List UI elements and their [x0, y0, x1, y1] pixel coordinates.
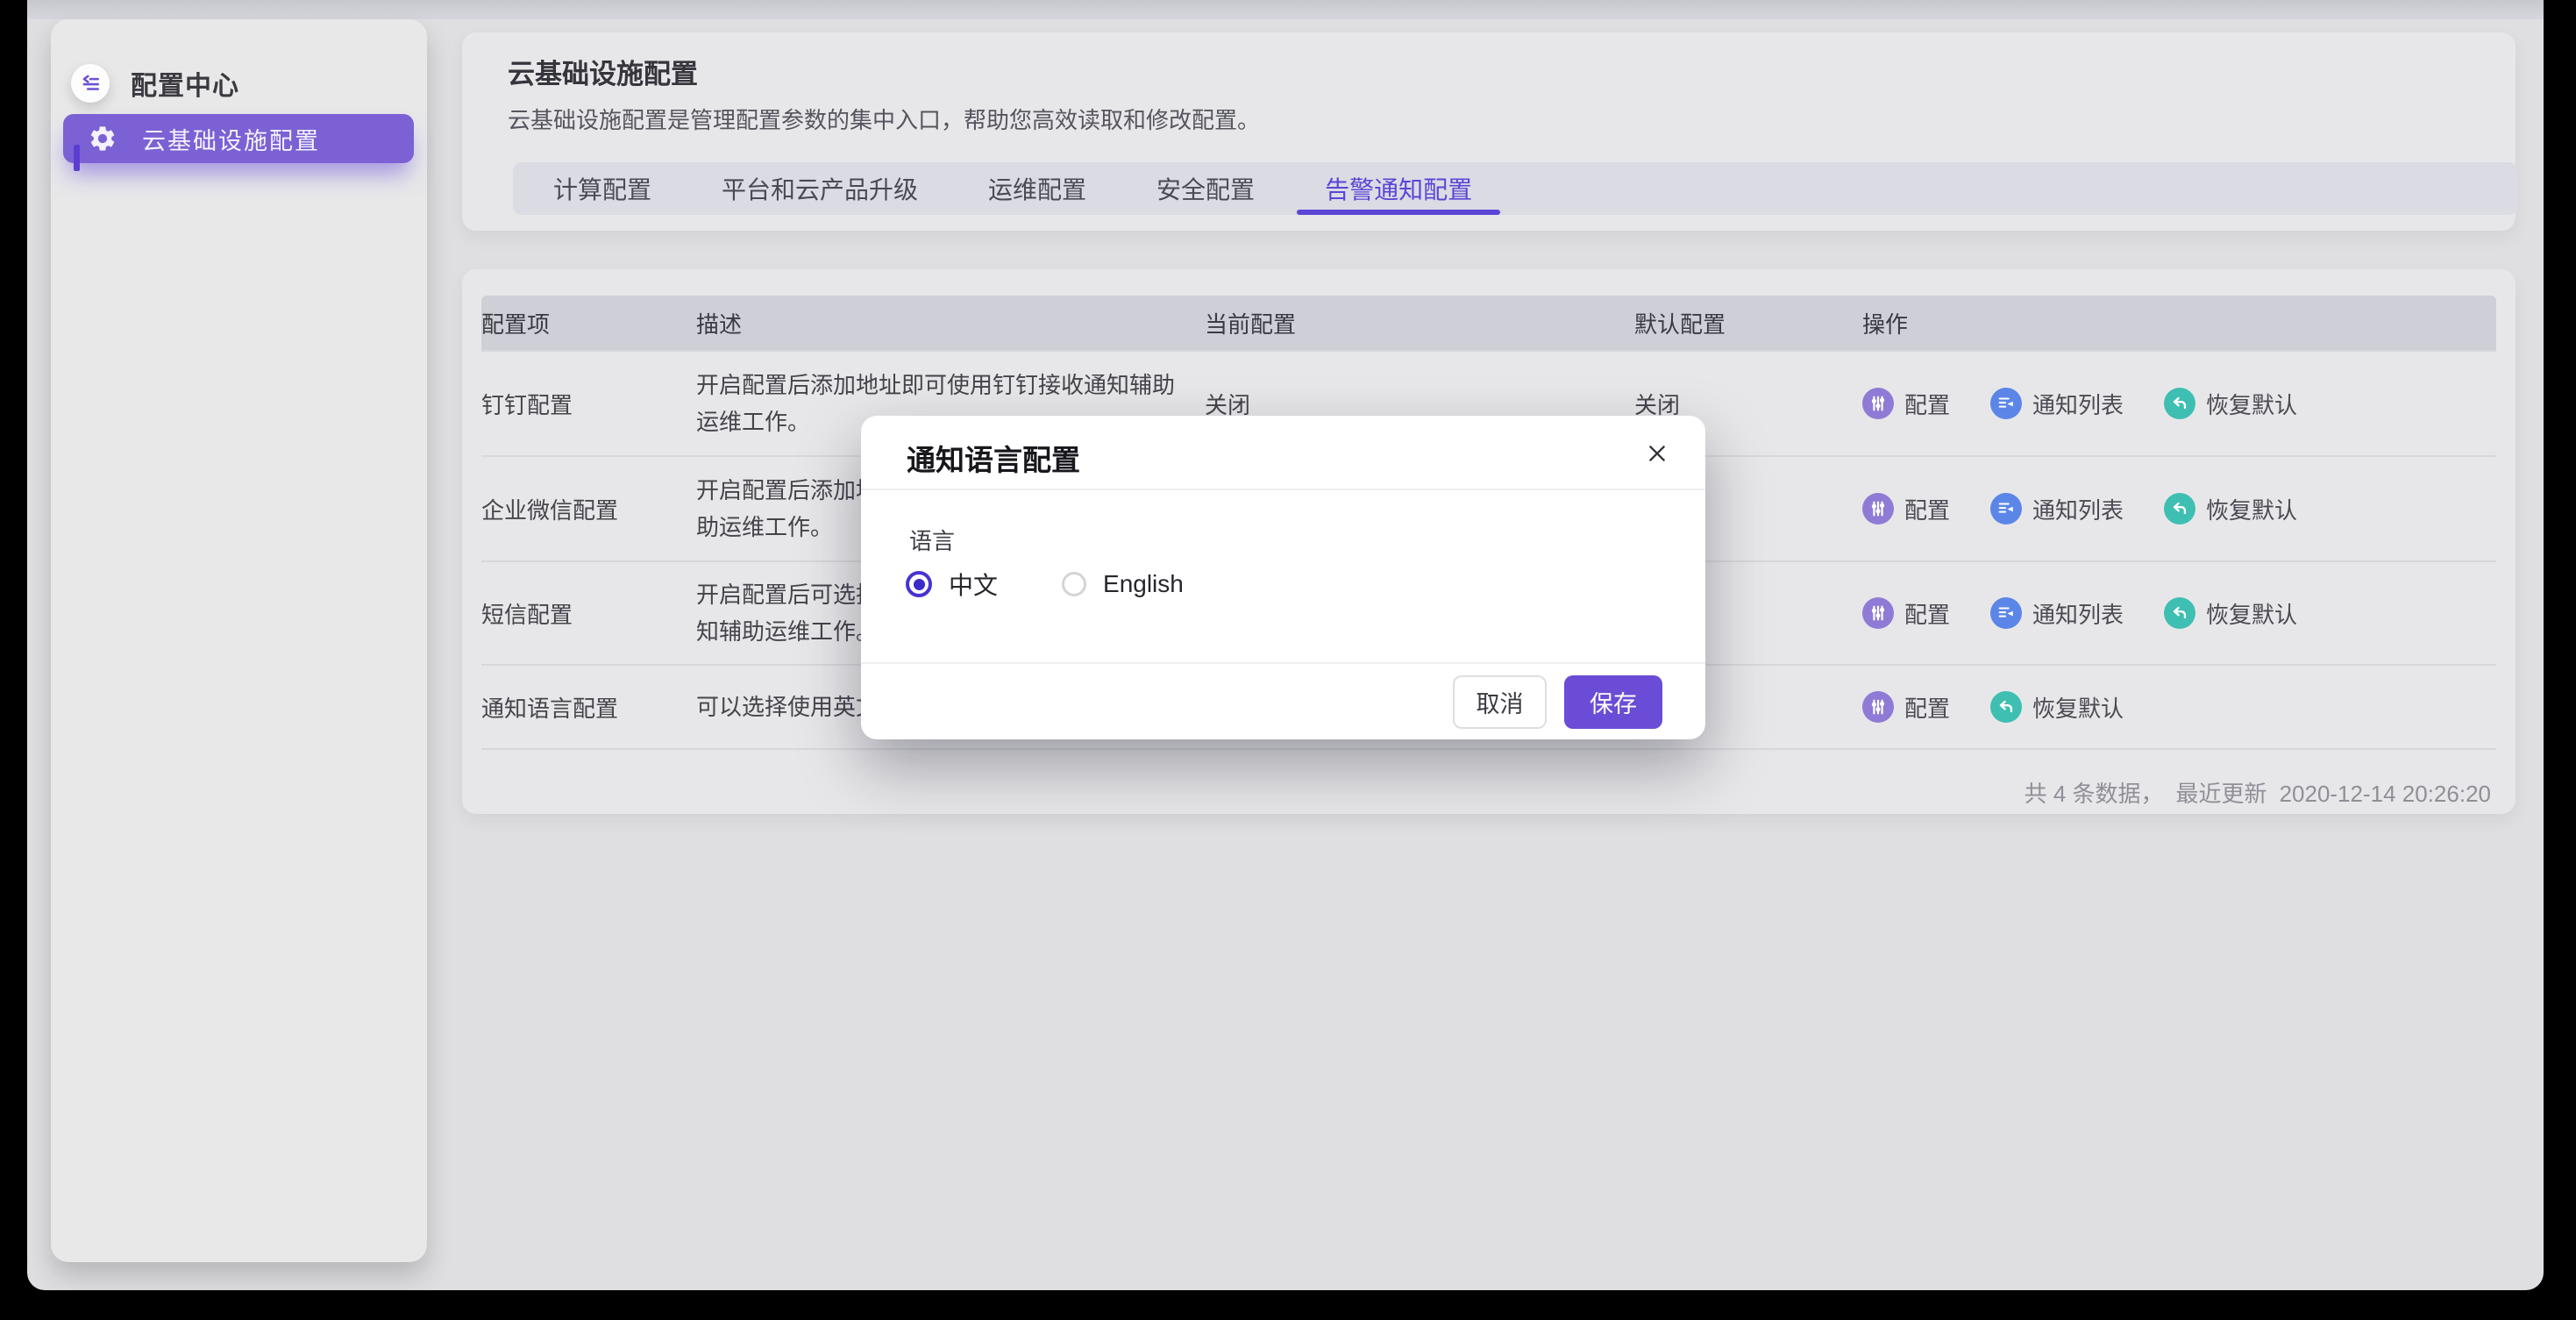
- notification-list-icon: [1990, 493, 2022, 524]
- configure-action[interactable]: 配置: [1862, 597, 1950, 630]
- restore-arrow-icon: [2164, 493, 2195, 524]
- close-button[interactable]: [1642, 439, 1672, 468]
- action-label: 配置: [1904, 493, 1950, 525]
- action-label: 配置: [1904, 388, 1950, 420]
- window-titlebar: [27, 0, 2544, 19]
- sidebar-header: 配置中心: [71, 46, 239, 120]
- tab-alert-notification-config[interactable]: 告警通知配置: [1290, 162, 1507, 215]
- restore-default-action[interactable]: 恢复默认: [2164, 493, 2297, 525]
- modal-footer: 取消 保存: [861, 662, 1705, 739]
- configure-action[interactable]: 配置: [1862, 691, 1950, 724]
- current-value: 关闭: [1205, 388, 1634, 420]
- cancel-button[interactable]: 取消: [1453, 675, 1547, 729]
- updated-label: 最近更新: [2176, 781, 2267, 807]
- sliders-icon: [1862, 597, 1894, 629]
- language-radio-group: 中文 English: [906, 567, 1184, 602]
- notify-list-action[interactable]: 通知列表: [1990, 493, 2124, 525]
- sliders-icon: [1862, 388, 1894, 419]
- col-header-current: 当前配置: [1205, 307, 1634, 339]
- tab-bar: 计算配置 平台和云产品升级 运维配置 安全配置 告警通知配置: [513, 162, 2517, 215]
- page-title: 云基础设施配置: [508, 52, 698, 91]
- sliders-icon: [1862, 691, 1894, 723]
- tab-platform-upgrade[interactable]: 平台和云产品升级: [687, 162, 953, 215]
- radio-chinese[interactable]: 中文: [906, 567, 998, 602]
- sliders-icon: [1862, 493, 1894, 524]
- radio-english[interactable]: English: [1062, 570, 1184, 598]
- modal-title: 通知语言配置: [907, 437, 1080, 479]
- action-label: 通知列表: [2032, 493, 2124, 525]
- sidebar-title: 配置中心: [131, 64, 239, 103]
- gear-icon: [88, 124, 117, 153]
- table-footer: 共 4 条数据， 最近更新 2020-12-14 20:26:20: [2012, 776, 2491, 809]
- config-name: 通知语言配置: [481, 691, 696, 724]
- sidebar: 配置中心 云基础设施配置: [51, 19, 427, 1262]
- notification-list-icon: [1990, 597, 2022, 629]
- app-window: 配置中心 云基础设施配置 云基础设施配置 云基础设施配置是管理配置参数的集中入口…: [27, 0, 2544, 1290]
- restore-default-action[interactable]: 恢复默认: [2164, 597, 2297, 630]
- language-field-label: 语言: [909, 524, 955, 556]
- restore-arrow-icon: [2164, 597, 2195, 629]
- sidebar-item-label: 云基础设施配置: [142, 122, 320, 156]
- configure-action[interactable]: 配置: [1862, 388, 1950, 420]
- tab-security-config[interactable]: 安全配置: [1121, 162, 1290, 215]
- page-description: 云基础设施配置是管理配置参数的集中入口，帮助您高效读取和修改配置。: [508, 103, 1260, 135]
- save-button[interactable]: 保存: [1564, 675, 1662, 729]
- active-tab-underline: [1297, 210, 1500, 215]
- configure-action[interactable]: 配置: [1862, 493, 1950, 525]
- active-item-indicator: [74, 145, 80, 171]
- restore-arrow-icon: [2164, 388, 2195, 419]
- col-header-description: 描述: [696, 307, 1205, 339]
- action-label: 恢复默认: [2206, 493, 2297, 525]
- notification-list-icon: [1990, 388, 2022, 419]
- radio-selected-icon: [906, 571, 932, 597]
- action-label: 通知列表: [2032, 388, 2124, 420]
- config-name: 钉钉配置: [481, 388, 696, 420]
- notify-language-modal: 通知语言配置 语言 中文 English 取消 保存: [861, 416, 1705, 739]
- collapse-sidebar-button[interactable]: [71, 64, 110, 103]
- sidebar-item-cloud-infra-config[interactable]: 云基础设施配置: [63, 114, 414, 163]
- action-label: 配置: [1904, 691, 1950, 724]
- radio-label: 中文: [949, 567, 998, 602]
- restore-default-action[interactable]: 恢复默认: [2164, 388, 2297, 420]
- restore-default-action[interactable]: 恢复默认: [1990, 691, 2124, 724]
- table-header-row: 配置项 描述 当前配置 默认配置 操作: [481, 296, 2496, 350]
- action-label: 恢复默认: [2032, 691, 2124, 724]
- col-header-config-item: 配置项: [481, 307, 696, 339]
- row-count: 共 4 条数据，: [2025, 781, 2164, 807]
- notify-list-action[interactable]: 通知列表: [1990, 388, 2124, 420]
- col-header-default: 默认配置: [1634, 307, 1862, 339]
- tab-ops-config[interactable]: 运维配置: [953, 162, 1121, 215]
- updated-time: 2020-12-14 20:26:20: [2280, 781, 2491, 807]
- table-bottom-divider: [481, 748, 2496, 750]
- page-header-card: 云基础设施配置 云基础设施配置是管理配置参数的集中入口，帮助您高效读取和修改配置…: [462, 32, 2516, 231]
- default-value: 关闭: [1634, 388, 1862, 420]
- action-label: 恢复默认: [2206, 388, 2297, 420]
- action-label: 恢复默认: [2206, 597, 2297, 630]
- radio-label: English: [1103, 570, 1184, 598]
- modal-header: 通知语言配置: [861, 416, 1705, 490]
- notify-list-action[interactable]: 通知列表: [1990, 597, 2124, 630]
- collapse-menu-icon: [79, 72, 102, 95]
- config-name: 企业微信配置: [481, 493, 696, 525]
- tab-label: 告警通知配置: [1325, 171, 1472, 206]
- tab-compute-config[interactable]: 计算配置: [518, 162, 687, 215]
- radio-unselected-icon: [1062, 572, 1086, 596]
- close-icon: [1646, 442, 1669, 465]
- col-header-actions: 操作: [1862, 307, 2496, 339]
- restore-arrow-icon: [1990, 691, 2022, 723]
- config-name: 短信配置: [481, 597, 696, 630]
- action-label: 配置: [1904, 597, 1950, 630]
- action-label: 通知列表: [2032, 597, 2124, 630]
